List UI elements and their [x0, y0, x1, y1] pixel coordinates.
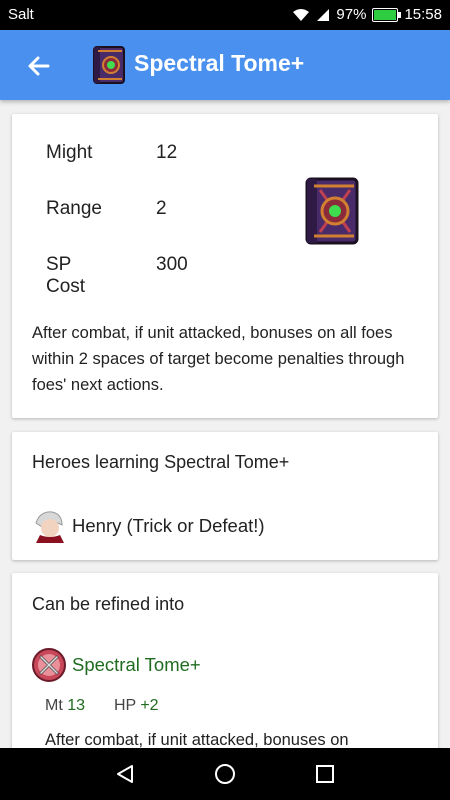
- status-bar: Salt 97% 15:58: [0, 0, 450, 30]
- tome-icon: [92, 45, 126, 85]
- navigation-bar: [0, 748, 450, 800]
- clock: 15:58: [404, 6, 442, 23]
- recents-square-icon[interactable]: [313, 762, 337, 786]
- hero-name: Henry (Trick or Defeat!): [72, 515, 265, 536]
- stat-label: SP Cost: [46, 254, 86, 297]
- stat-value: 12: [156, 142, 178, 163]
- section-title: Can be refined into: [32, 594, 185, 614]
- refine-card: Can be refined into Spectral Tome+ Mt 13…: [12, 573, 438, 773]
- section-title: Heroes learning Spectral Tome+: [32, 452, 290, 472]
- stat-label: Range: [46, 198, 102, 219]
- page-title: Spectral Tome+: [134, 50, 305, 76]
- weapon-stats-card: Might 12 Range 2 SP Cost 300 After comba…: [12, 114, 438, 418]
- weapon-description: After combat, if unit attacked, bonuses …: [32, 324, 405, 394]
- signal-icon: [316, 8, 330, 22]
- battery-icon: [372, 7, 402, 22]
- stat-value: 300: [156, 254, 188, 275]
- back-arrow-icon[interactable]: [24, 51, 54, 81]
- app-bar: Spectral Tome+: [0, 30, 450, 100]
- stat-label: Might: [46, 142, 93, 163]
- stat-value: 2: [156, 198, 167, 219]
- back-triangle-icon[interactable]: [113, 762, 137, 786]
- hp-value: +2: [140, 697, 159, 714]
- list-item-refine[interactable]: Spectral Tome+: [32, 648, 201, 682]
- carrier-name: Salt: [8, 6, 34, 23]
- crossed-swords-icon: [32, 648, 66, 682]
- avatar: [32, 509, 66, 543]
- refine-name: Spectral Tome+: [72, 654, 201, 675]
- heroes-card: Heroes learning Spectral Tome+ Henry (Tr…: [12, 432, 438, 560]
- wifi-icon: [292, 8, 310, 22]
- home-circle-icon[interactable]: [213, 762, 237, 786]
- hp-label: HP: [113, 697, 136, 714]
- battery-percent: 97%: [336, 6, 367, 23]
- mt-label: Mt: [45, 697, 63, 714]
- refine-stats: Mt 13 HP +2: [45, 697, 159, 715]
- mt-value: 13: [67, 697, 86, 714]
- tome-icon: [304, 176, 360, 246]
- list-item-hero[interactable]: Henry (Trick or Defeat!): [32, 509, 265, 543]
